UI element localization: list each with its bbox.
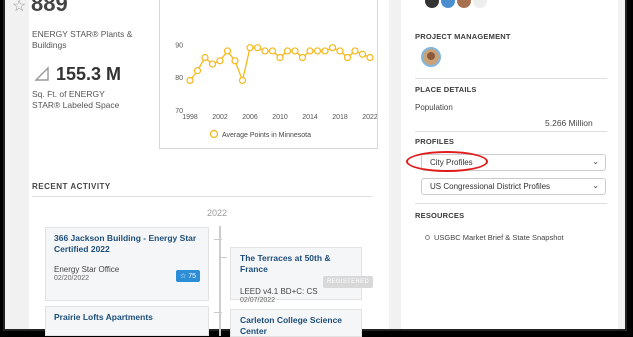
card-date: 02/07/2022 [240,297,276,304]
card-title: Carleton College Science Center [240,315,343,336]
data-point [186,76,194,85]
y-tick-label: 80 [175,75,183,82]
points-chart: 70 80 90 1998 2002 2006 2010 2014 2018 2022 Averag… [159,0,378,149]
activity-card-terraces[interactable]: The Terraces at 50th & France LEED v4.1 … [230,247,374,304]
registered-badge: REGISTERED [323,276,374,288]
data-point [283,47,292,55]
card-title: 366 Jackson Building - Energy Star Certi… [54,233,197,254]
population-label: Population [415,103,453,112]
card-title: The Terraces at 50th & France [240,253,331,274]
data-point [321,47,329,55]
data-point [208,60,217,68]
bullet-icon [425,235,430,240]
points-chart-svg: 7080901998 2002 2006 2010 2014 2018 2022Averag… [175,42,377,139]
data-point [306,47,314,55]
avatar[interactable] [425,0,439,8]
data-point [246,44,254,52]
year-label: 2022 [207,208,228,218]
data-point [351,47,359,55]
data-point [328,44,337,52]
data-point [201,53,209,62]
select-value: US Congressional District Profiles [430,182,551,191]
data-point [238,76,247,85]
profiles-heading: PROFILES [415,137,455,146]
avatar[interactable] [457,0,471,8]
chevron-down-icon: ⌄ [592,181,599,190]
data-point [216,57,224,65]
project-manager-avatar[interactable] [421,47,441,67]
sqft-label: Sq. Ft. of ENERGY STAR® Labeled Space [32,89,120,110]
city-profiles-select[interactable]: City Profiles ⌄ [421,154,606,171]
data-point [193,67,202,75]
recent-activity-title: RECENT ACTIVITY [32,182,111,191]
card-subtitle: LEED v4.1 BD+C: CS [240,287,318,296]
project-management-heading: PROJECT MANAGEMENT [415,32,511,41]
timeline-line [219,226,221,336]
x-tick-label: 2006 [242,114,258,121]
resources-heading: RESOURCES [415,211,465,220]
timeline-tick [219,257,227,258]
timeline-tick [214,312,222,313]
divider [415,203,607,204]
x-tick-label: 2014 [302,114,318,121]
population-value: 5.266 Million [545,118,593,128]
data-point [276,53,284,62]
avatar[interactable] [441,0,455,8]
legend-label: Average Points in Minnesota [222,132,311,139]
data-point [336,47,344,55]
x-tick-label: 2002 [212,114,228,121]
activity-card-prairie-lofts[interactable]: Prairie Lofts Apartments [45,306,209,336]
data-point [343,53,352,62]
data-point [253,44,262,52]
plants-label: ENERGY STAR® Plants & Buildings [32,29,133,50]
avatar[interactable] [473,0,487,8]
data-point [298,53,307,62]
divider [415,78,607,79]
plants-count: 889 [31,0,68,16]
legend-marker [209,129,219,139]
sqft-value: 155.3 M [56,64,122,84]
data-point [268,47,277,55]
congressional-district-select[interactable]: US Congressional District Profiles ⌄ [421,178,606,195]
resource-link-market-brief[interactable]: USGBC Market Brief & State Snapshot [434,233,564,242]
divider [415,131,607,132]
sqft-value-wrap: 155.3 M [34,64,121,85]
timeline-tick [214,239,222,240]
data-point [261,47,269,55]
energy-star-score-badge: ☆ 75 [175,270,200,282]
card-title: Prairie Lofts Apartments [54,312,153,322]
star-icon: ☆ [12,0,27,15]
select-value: City Profiles [430,158,473,167]
x-tick-label: 2010 [272,114,288,121]
y-tick-label: 90 [175,42,183,49]
data-point [223,47,232,55]
data-point [366,53,374,62]
data-point [313,47,322,55]
place-details-heading: PLACE DETAILS [415,85,477,94]
data-point [231,57,239,65]
divider [32,196,372,197]
data-point [358,50,367,58]
x-tick-label: 1998 [182,114,198,121]
x-tick-label: 2018 [332,114,348,121]
x-tick-label: 2022 [362,114,377,121]
team-avatars [425,0,489,13]
data-point [291,47,299,55]
chevron-down-icon: ⌄ [592,157,599,166]
activity-card-366-jackson[interactable]: 366 Jackson Building - Energy Star Certi… [45,227,209,301]
